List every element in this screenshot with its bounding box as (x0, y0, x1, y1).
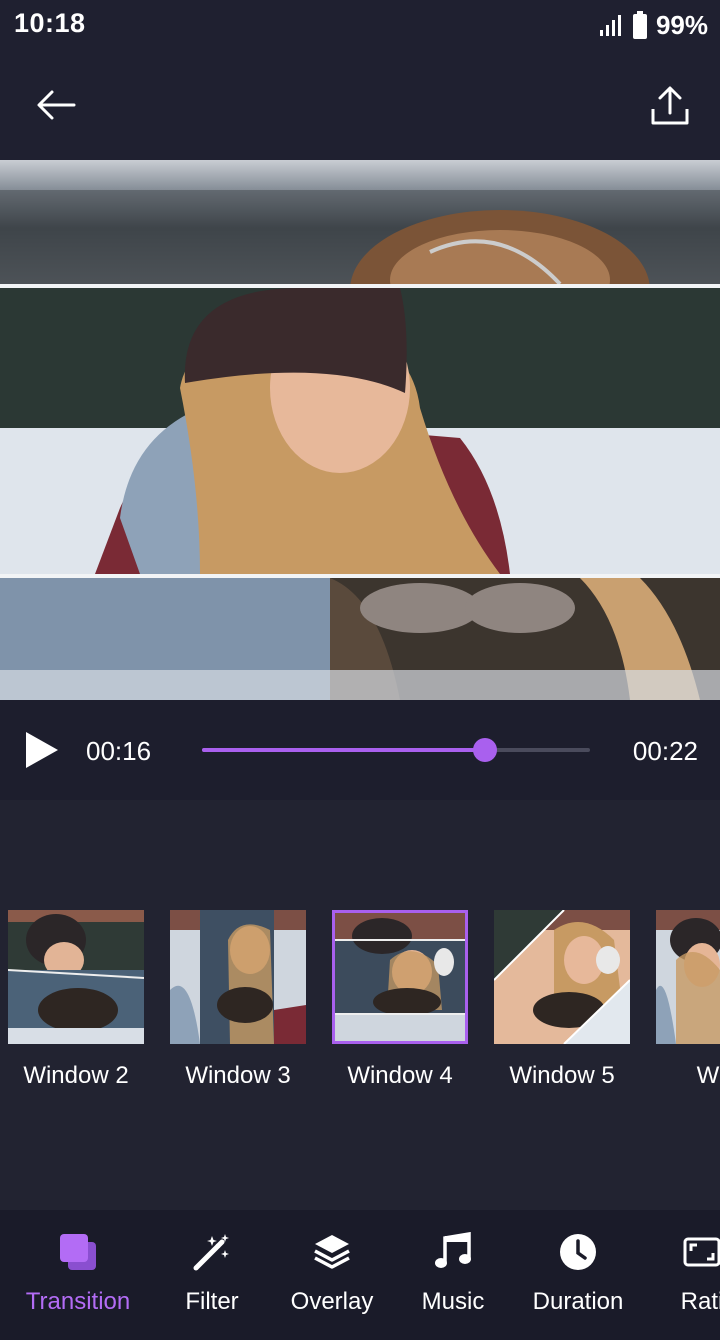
transition-item[interactable]: Window 2 (8, 910, 144, 1100)
player-controls: 00:16 00:22 (0, 700, 720, 800)
seek-bar-fill (202, 748, 486, 752)
transition-thumbnail (656, 910, 720, 1044)
battery-percent: 99% (655, 9, 708, 40)
magic-wand-icon (190, 1230, 234, 1274)
transition-list[interactable]: Window 2 Window 3 Window 4 Window 5 W (8, 910, 720, 1100)
preview-image-middle (0, 288, 720, 574)
tab-duration[interactable]: Duration (513, 1210, 643, 1340)
tab-label: Rati (680, 1288, 720, 1315)
total-time: 00:22 (632, 736, 698, 766)
preview-image-bottom (0, 578, 720, 700)
transition-thumbnail (8, 910, 144, 1044)
arrow-left-icon (37, 90, 76, 120)
layers-icon (310, 1230, 354, 1274)
play-button[interactable] (22, 730, 62, 770)
transition-label: Window 2 (23, 1062, 129, 1089)
status-bar: 10:18 99% (0, 0, 720, 50)
top-bar (0, 60, 720, 150)
status-icons: 99% (598, 8, 708, 42)
transition-label: Window 5 (509, 1062, 615, 1089)
tab-label: Music (421, 1288, 485, 1315)
transition-label: Window 4 (347, 1062, 453, 1089)
aspect-ratio-icon (680, 1230, 720, 1274)
transition-label: Wind (696, 1062, 720, 1089)
transition-item[interactable]: Window 5 (494, 910, 630, 1100)
upload-icon (651, 86, 689, 125)
transition-item[interactable]: Wind (656, 910, 720, 1100)
tab-transition[interactable]: Transition (13, 1210, 143, 1340)
transition-thumbnail (494, 910, 630, 1044)
bottom-nav: Transition Filter Overlay Music Duration… (0, 1210, 720, 1340)
video-preview[interactable] (0, 160, 720, 700)
preview-image-top (0, 190, 720, 284)
tab-label: Filter (185, 1288, 239, 1315)
seek-bar[interactable] (202, 738, 590, 762)
transition-thumbnail (332, 910, 468, 1044)
tab-filter[interactable]: Filter (147, 1210, 277, 1340)
back-button[interactable] (28, 80, 84, 130)
transition-item[interactable]: Window 3 (170, 910, 306, 1100)
transition-item-selected[interactable]: Window 4 (332, 910, 468, 1100)
preview-strip-bottom (0, 578, 720, 700)
tab-overlay[interactable]: Overlay (267, 1210, 397, 1340)
current-time: 00:16 (86, 736, 152, 766)
play-icon (26, 732, 58, 768)
export-button[interactable] (642, 78, 698, 134)
clock-icon (556, 1230, 600, 1274)
tab-music[interactable]: Music (388, 1210, 518, 1340)
tab-label: Transition (25, 1288, 131, 1315)
transition-thumbnail (170, 910, 306, 1044)
preview-strip-middle (0, 288, 720, 574)
seek-bar-thumb[interactable] (473, 738, 498, 762)
tab-ratio[interactable]: Rati (637, 1210, 720, 1340)
signal-icon (599, 15, 621, 36)
transition-label: Window 3 (185, 1062, 291, 1089)
tab-label: Overlay (290, 1288, 374, 1315)
music-note-icon (431, 1230, 475, 1274)
battery-icon (632, 11, 647, 39)
tab-label: Duration (532, 1288, 624, 1315)
transition-panel: Window 2 Window 3 Window 4 Window 5 W (0, 800, 720, 1210)
transition-icon (56, 1230, 100, 1274)
status-time: 10:18 (14, 8, 86, 38)
preview-strip-top (0, 160, 720, 284)
